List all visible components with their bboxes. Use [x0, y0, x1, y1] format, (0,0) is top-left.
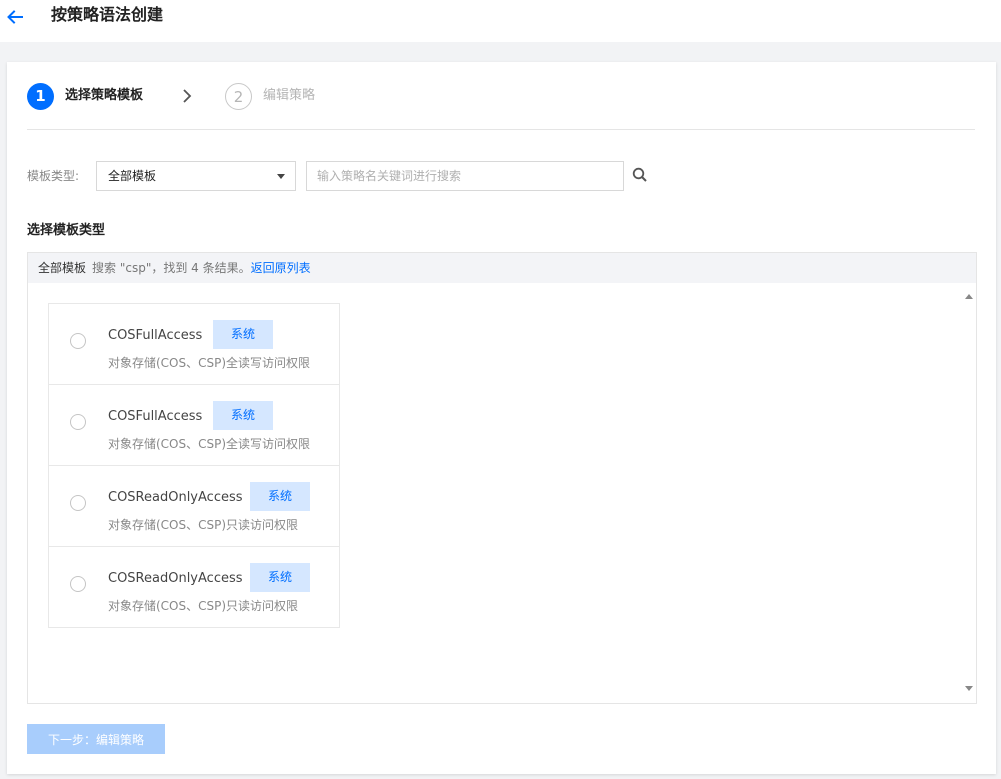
- steps-divider: [27, 129, 975, 130]
- step-2-number: 2: [225, 83, 252, 110]
- policy-type-tag: 系统: [213, 320, 273, 349]
- result-header: 全部模板 搜索 "csp"，找到 4 条结果。返回原列表: [28, 253, 976, 283]
- template-type-value: 全部模板: [108, 169, 157, 183]
- step-1-label: 选择策略模板: [65, 88, 144, 103]
- back-to-list-link[interactable]: 返回原列表: [251, 261, 311, 275]
- policy-description: 对象存储(COS、CSP)只读访问权限: [108, 599, 299, 613]
- policy-name: COSReadOnlyAccess: [108, 490, 243, 505]
- chevron-right-icon: [183, 89, 192, 103]
- policy-radio[interactable]: [70, 333, 86, 349]
- policy-search-input[interactable]: [306, 161, 624, 191]
- template-type-select[interactable]: 全部模板: [96, 161, 296, 191]
- policy-description: 对象存储(COS、CSP)全读写访问权限: [108, 356, 311, 370]
- policy-radio[interactable]: [70, 414, 86, 430]
- policy-type-tag: 系统: [213, 401, 273, 430]
- policy-name: COSReadOnlyAccess: [108, 571, 243, 586]
- template-type-label: 模板类型:: [27, 169, 80, 183]
- scroll-up-arrow-icon[interactable]: [964, 292, 974, 300]
- main-card: 1 选择策略模板 2 编辑策略 模板类型: 全部模板 选择模板类型 全部模板搜索…: [7, 62, 996, 774]
- policy-item[interactable]: COSFullAccess 系统 对象存储(COS、CSP)全读写访问权限: [48, 303, 340, 385]
- step-1-number: 1: [27, 83, 54, 110]
- policy-item[interactable]: COSReadOnlyAccess 系统 对象存储(COS、CSP)只读访问权限: [48, 465, 340, 547]
- section-title: 选择模板类型: [27, 223, 106, 238]
- policy-description: 对象存储(COS、CSP)只读访问权限: [108, 518, 299, 532]
- policy-radio[interactable]: [70, 495, 86, 511]
- caret-down-icon: [277, 174, 285, 179]
- policy-description: 对象存储(COS、CSP)全读写访问权限: [108, 437, 311, 451]
- page-title: 按策略语法创建: [51, 5, 164, 24]
- policy-type-tag: 系统: [250, 482, 310, 511]
- result-summary: 搜索 "csp"，找到 4 条结果。: [92, 261, 251, 275]
- scroll-down-arrow-icon[interactable]: [964, 685, 974, 693]
- search-icon[interactable]: [632, 167, 648, 183]
- policy-item[interactable]: COSFullAccess 系统 对象存储(COS、CSP)全读写访问权限: [48, 384, 340, 466]
- policy-name: COSFullAccess: [108, 328, 203, 343]
- policy-list: COSFullAccess 系统 对象存储(COS、CSP)全读写访问权限 CO…: [48, 303, 340, 628]
- policy-type-tag: 系统: [250, 563, 310, 592]
- arrow-left-icon[interactable]: [6, 8, 24, 26]
- next-step-button[interactable]: 下一步：编辑策略: [27, 724, 165, 754]
- result-panel: 全部模板 搜索 "csp"，找到 4 条结果。返回原列表 COSFullAcces…: [27, 252, 977, 704]
- top-bar: 按策略语法创建: [0, 0, 1001, 42]
- policy-name: COSFullAccess: [108, 409, 203, 424]
- policy-radio[interactable]: [70, 576, 86, 592]
- policy-item[interactable]: COSReadOnlyAccess 系统 对象存储(COS、CSP)只读访问权限: [48, 546, 340, 628]
- result-category: 全部模板: [38, 261, 87, 275]
- step-2-label: 编辑策略: [263, 88, 316, 103]
